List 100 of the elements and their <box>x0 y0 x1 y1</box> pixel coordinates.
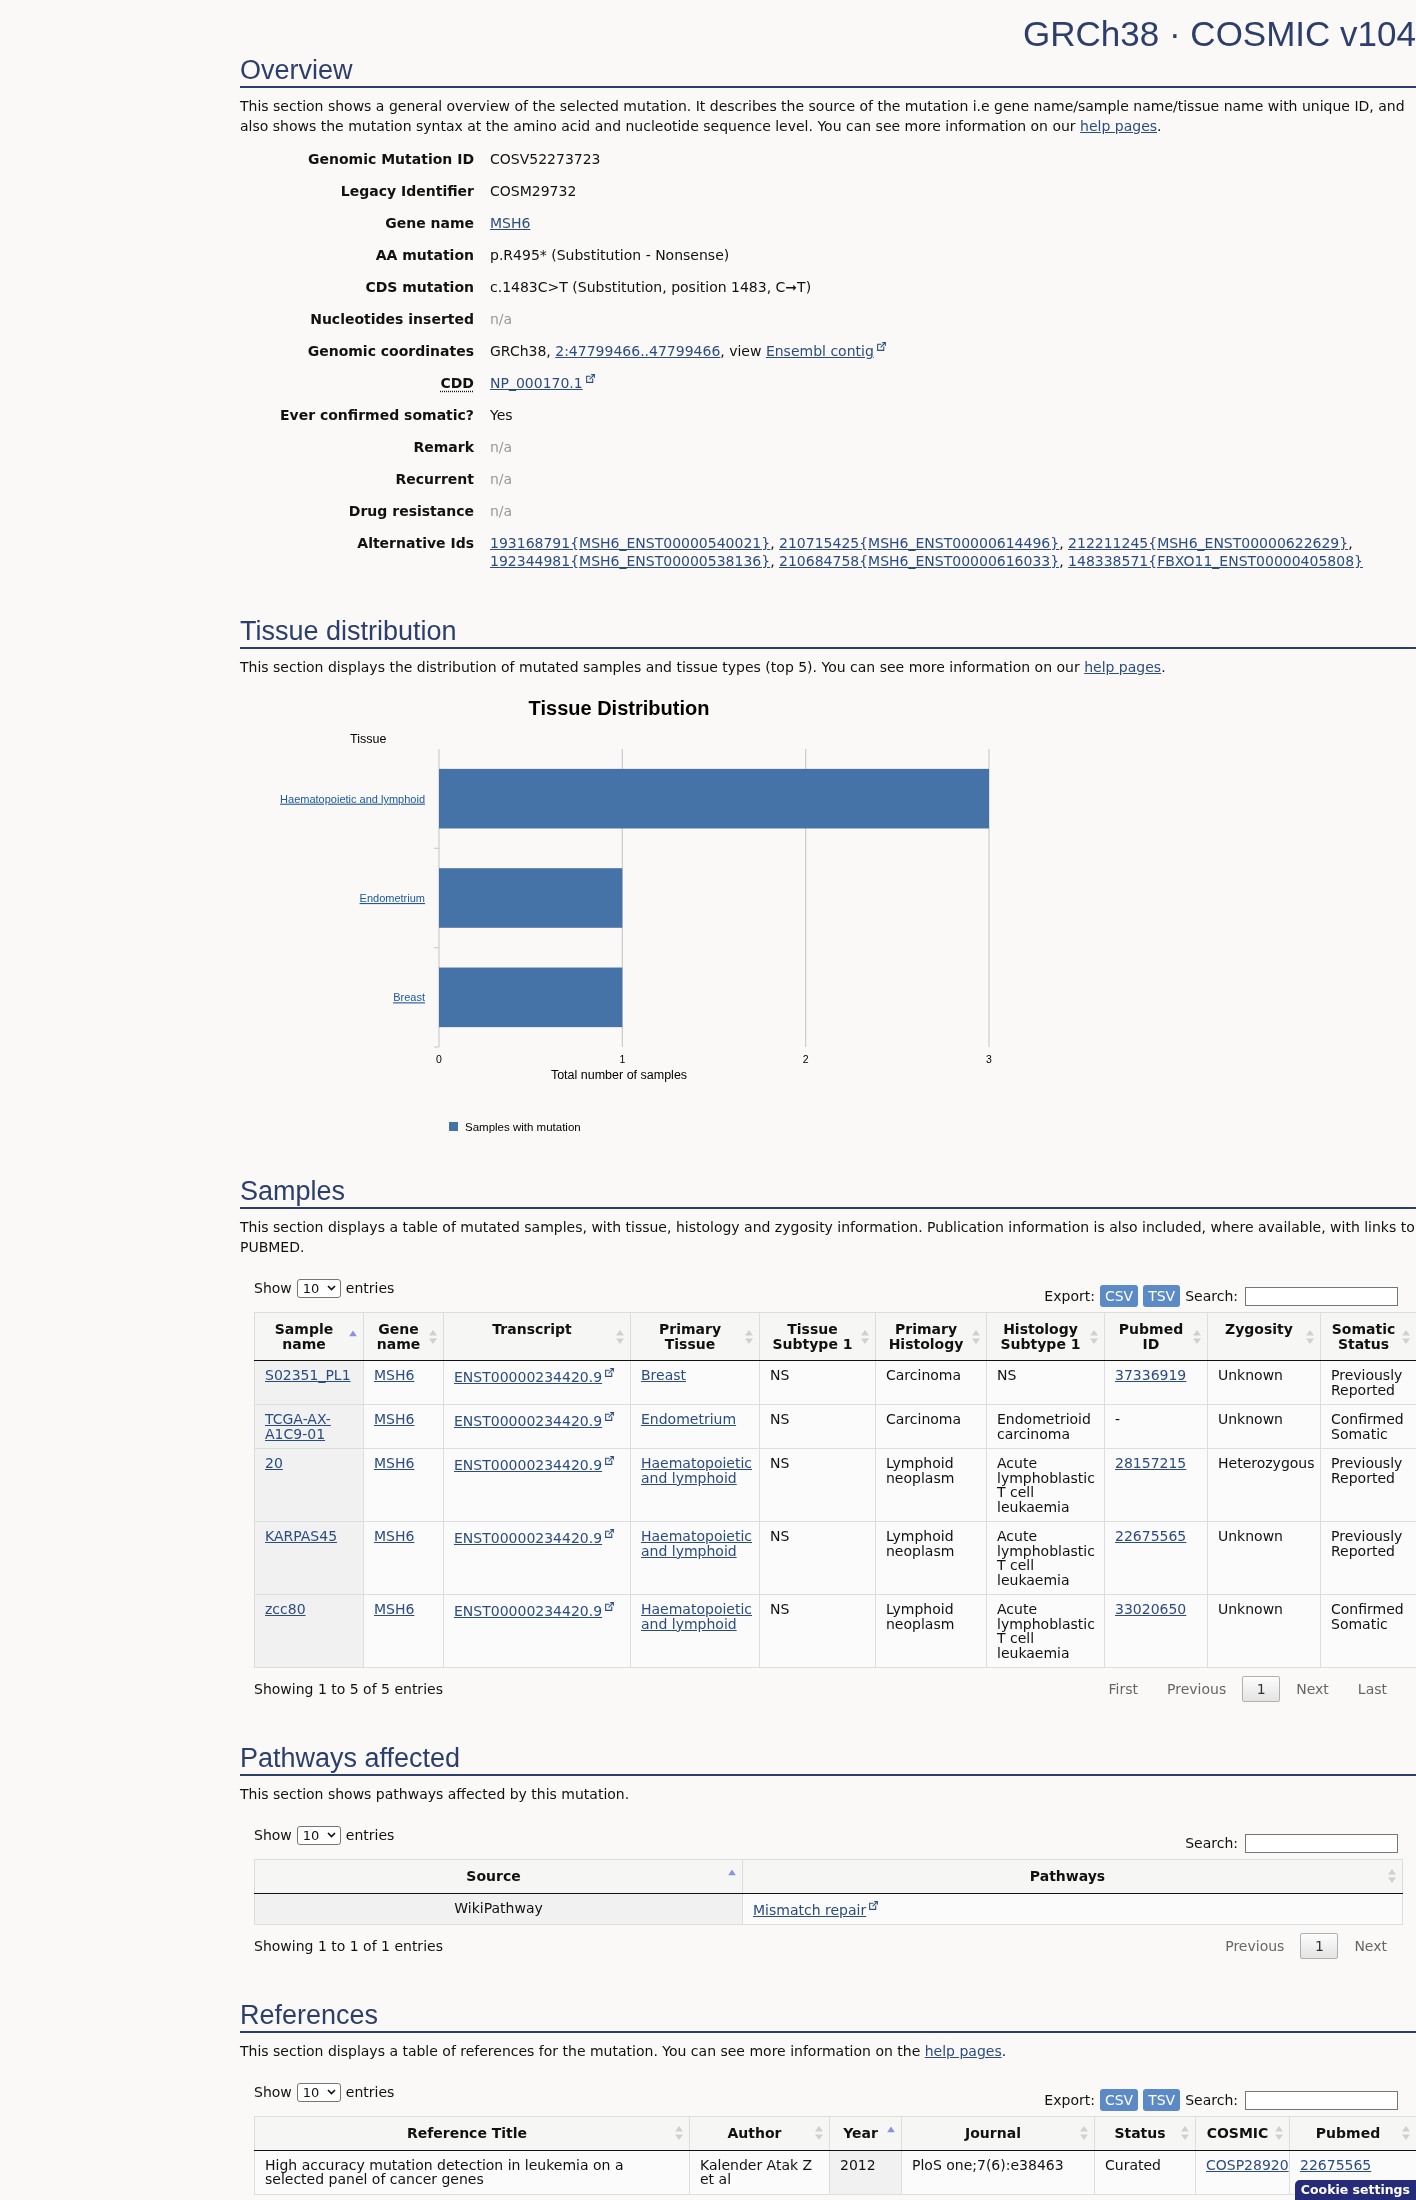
table-link[interactable]: zcc80 <box>265 1602 306 1617</box>
table-cell: Lymphoid neoplasm <box>875 1594 987 1668</box>
table-link[interactable]: 22675565 <box>1300 2157 1372 2172</box>
column-header[interactable]: COSMIC <box>1195 2116 1290 2150</box>
table-link[interactable]: 20 <box>265 1456 283 1471</box>
table-link[interactable]: Haematopoietic and lymphoid <box>641 1456 753 1485</box>
value-link[interactable]: 210684758{MSH6_ENST00000616033} <box>779 553 1060 569</box>
table-link[interactable]: Endometrium <box>641 1412 737 1427</box>
page-number-button[interactable]: 1 <box>1300 1933 1339 1959</box>
field-label: Drug resistance <box>348 503 474 519</box>
column-header[interactable]: Pubmed ID <box>1104 1312 1208 1361</box>
export-button[interactable]: CSV <box>1099 2089 1139 2111</box>
value-link[interactable]: 210715425{MSH6_ENST00000614496} <box>779 535 1060 551</box>
column-header[interactable]: Author <box>689 2116 830 2150</box>
table-link[interactable]: Haematopoietic and lymphoid <box>641 1529 753 1558</box>
sort-icon <box>1193 1329 1201 1344</box>
column-header[interactable]: Reference Title <box>254 2116 690 2150</box>
table-link[interactable]: ENST00000234420.9 <box>454 1529 615 1546</box>
table-link[interactable]: Breast <box>641 1368 687 1383</box>
column-header[interactable]: Histology Subtype 1 <box>986 1312 1105 1361</box>
export-button[interactable]: CSV <box>1099 1285 1139 1307</box>
table-cell: NS <box>759 1448 876 1522</box>
table-link[interactable]: 37336919 <box>1115 1368 1187 1383</box>
column-header[interactable]: Year <box>829 2116 902 2150</box>
column-header[interactable]: Primary Tissue <box>630 1312 760 1361</box>
value-link[interactable]: Ensembl contig <box>765 343 886 359</box>
sort-icon <box>1402 1329 1410 1344</box>
table-link[interactable]: 33020650 <box>1115 1602 1187 1617</box>
category-link[interactable]: Breast <box>393 991 425 1004</box>
value-link[interactable]: 2:47799466..47799466 <box>555 343 721 359</box>
export-button[interactable]: TSV <box>1143 2089 1181 2111</box>
value-link[interactable]: MSH6 <box>490 215 531 231</box>
table-link[interactable]: Mismatch repair <box>753 1900 879 1917</box>
field-label: Alternative Ids <box>357 535 474 551</box>
table-link[interactable]: MSH6 <box>374 1602 415 1617</box>
value-link[interactable]: 193168791{MSH6_ENST00000540021} <box>490 535 771 551</box>
section-description: This section displays the distribution of mutated samples and tissue types (top 5). You can see more information on our help pages. <box>240 658 1167 677</box>
table-link[interactable]: Haematopoietic and lymphoid <box>641 1602 753 1631</box>
sort-icon <box>1402 2126 1410 2141</box>
table-cell: High accuracy mutation detection in leukemia on a selected panel of cancer genes <box>254 2150 690 2194</box>
value-link[interactable]: 192344981{MSH6_ENST00000538136} <box>490 553 771 569</box>
table-link[interactable]: 28157215 <box>1115 1456 1187 1471</box>
category-link[interactable]: Endometrium <box>359 892 425 904</box>
category-link[interactable]: Haematopoietic and lymphoid <box>280 792 425 805</box>
table-link[interactable]: COSP28920 <box>1206 2157 1289 2172</box>
page-size-select[interactable]: 10 <box>296 1278 341 1298</box>
table-link[interactable]: MSH6 <box>374 1456 415 1471</box>
search-field[interactable] <box>1245 1286 1398 1306</box>
table-link[interactable]: 22675565 <box>1115 1529 1187 1544</box>
external-link-icon <box>605 1602 615 1611</box>
external-link-icon <box>605 1412 615 1421</box>
column-header[interactable]: Zygosity <box>1207 1312 1321 1361</box>
axis-title: Total number of samples <box>550 1068 688 1082</box>
table-link[interactable]: KARPAS45 <box>265 1529 338 1544</box>
show-label: Show <box>254 2084 292 2100</box>
column-header[interactable]: Gene name <box>363 1312 444 1361</box>
value-link[interactable]: 212211245{MSH6_ENST00000622629} <box>1068 535 1349 551</box>
export-label: Export: <box>1044 2092 1095 2108</box>
table-link[interactable]: MSH6 <box>374 1412 415 1427</box>
help-link[interactable]: help pages <box>924 2043 1002 2059</box>
column-header[interactable]: Primary Histology <box>875 1312 987 1361</box>
table-cell: Endometrioid carcinoma <box>986 1404 1105 1449</box>
sort-ascending-icon <box>887 2126 895 2133</box>
column-header[interactable]: Sample name <box>254 1312 364 1361</box>
sort-icon <box>1181 2126 1189 2141</box>
chevron-down-icon <box>326 2089 336 2095</box>
column-header[interactable]: Source <box>254 1859 743 1893</box>
help-link[interactable]: help pages <box>1084 659 1162 675</box>
column-header[interactable]: Tissue Subtype 1 <box>759 1312 876 1361</box>
table-link[interactable]: ENST00000234420.9 <box>454 1602 615 1619</box>
table-link[interactable]: ENST00000234420.9 <box>454 1368 615 1385</box>
table-link[interactable]: MSH6 <box>374 1368 415 1383</box>
table-link[interactable]: S02351_PL1 <box>265 1368 351 1383</box>
page-size-select[interactable]: 10 <box>296 1825 341 1845</box>
column-header[interactable]: Pubmed <box>1289 2116 1416 2150</box>
table-link[interactable]: ENST00000234420.9 <box>454 1456 615 1473</box>
table-link[interactable]: ENST00000234420.9 <box>454 1412 615 1429</box>
table-info: Showing 1 to 5 of 5 entries <box>254 1681 443 1697</box>
sort-icon <box>675 2126 683 2141</box>
value-link[interactable]: NP_000170.1 <box>490 375 595 391</box>
table-cell: NS <box>759 1521 876 1595</box>
field-label: Remark <box>413 439 474 455</box>
field-label: Legacy Identifier <box>340 183 474 199</box>
page-number-button[interactable]: 1 <box>1242 1676 1281 1702</box>
page-size-select[interactable]: 10 <box>296 2082 341 2102</box>
section-heading: Pathways affected <box>240 1742 1416 1776</box>
chevron-down-icon <box>326 1832 336 1838</box>
search-field[interactable] <box>1245 2090 1398 2110</box>
search-field[interactable] <box>1245 1833 1398 1853</box>
value-link[interactable]: 148338571{FBXO11_ENST00000405808} <box>1068 553 1363 569</box>
export-button[interactable]: TSV <box>1143 1285 1181 1307</box>
column-header[interactable]: Journal <box>901 2116 1095 2150</box>
column-header[interactable]: Somatic Status <box>1320 1312 1416 1361</box>
table-link[interactable]: TCGA-AX-A1C9-01 <box>265 1412 353 1441</box>
column-header[interactable]: Pathways <box>742 1859 1403 1893</box>
sort-icon <box>1080 2126 1088 2141</box>
column-header[interactable]: Transcript <box>443 1312 631 1361</box>
table-link[interactable]: MSH6 <box>374 1529 415 1544</box>
column-header[interactable]: Status <box>1094 2116 1196 2150</box>
cookie-settings-button[interactable]: Cookie settings <box>1294 2180 1416 2200</box>
